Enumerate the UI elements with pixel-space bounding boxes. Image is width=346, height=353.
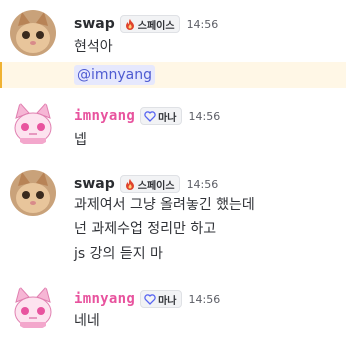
- username[interactable]: imnyang: [74, 108, 135, 124]
- message-header: swap 스페이스 14:56: [74, 174, 218, 194]
- username[interactable]: swap: [74, 16, 115, 32]
- mention-highlight-row: @imnyang: [0, 62, 346, 88]
- user-mention[interactable]: @imnyang: [74, 65, 156, 85]
- username[interactable]: imnyang: [74, 291, 135, 307]
- avatar[interactable]: [10, 100, 56, 146]
- message-header: imnyang 마나 14:56: [74, 106, 220, 126]
- avatar[interactable]: [10, 170, 56, 216]
- message-text: 과제여서 그냥 올려놓긴 했는데: [74, 197, 255, 213]
- timestamp: 14:56: [186, 17, 219, 31]
- message-text: 네네: [74, 313, 100, 329]
- role-tag-label: 마나: [158, 295, 177, 307]
- message-header: imnyang 마나 14:56: [74, 289, 220, 309]
- role-tag[interactable]: 스페이스: [119, 15, 180, 33]
- message-text: 넌 과제수업 정리만 하고: [74, 221, 217, 237]
- avatar[interactable]: [10, 10, 56, 56]
- role-tag[interactable]: 마나: [140, 107, 182, 125]
- username[interactable]: swap: [74, 176, 115, 192]
- pink-cat-avatar-icon: [10, 284, 56, 330]
- heart-outline-icon: [144, 110, 156, 122]
- avatar[interactable]: [10, 284, 56, 330]
- role-tag-label: 마나: [158, 112, 177, 124]
- role-tag-label: 스페이스: [137, 180, 175, 192]
- flame-icon: [125, 179, 134, 190]
- timestamp: 14:56: [186, 177, 219, 191]
- cat-avatar-icon: [10, 170, 56, 216]
- role-tag-label: 스페이스: [137, 20, 175, 32]
- timestamp: 14:56: [188, 292, 221, 306]
- message-text: js 강의 듣지 마: [74, 246, 163, 262]
- role-tag[interactable]: 스페이스: [119, 175, 180, 193]
- cat-avatar-icon: [10, 10, 56, 56]
- message-text: 현석아: [74, 39, 113, 55]
- timestamp: 14:56: [188, 109, 221, 123]
- role-tag[interactable]: 마나: [140, 290, 182, 308]
- message-text: 넵: [74, 132, 87, 148]
- flame-icon: [125, 19, 134, 30]
- heart-outline-icon: [144, 293, 156, 305]
- pink-cat-avatar-icon: [10, 100, 56, 146]
- message-header: swap 스페이스 14:56: [74, 14, 218, 34]
